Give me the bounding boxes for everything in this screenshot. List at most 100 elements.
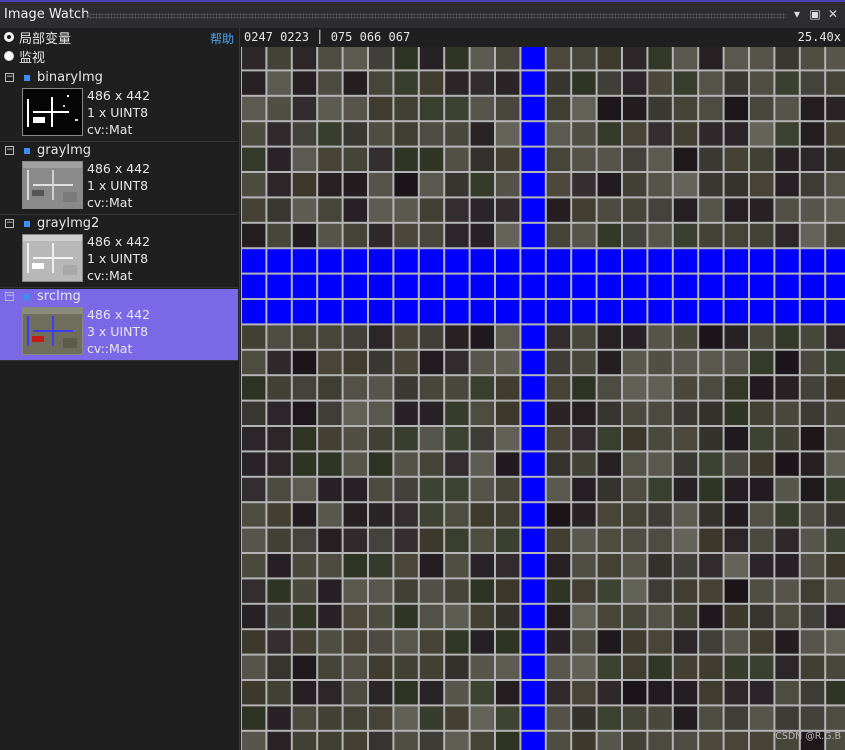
pixel-cell bbox=[773, 47, 802, 72]
image-viewer[interactable]: 0247 0223 │ 075 066 067 25.40x CSDN @R.G… bbox=[241, 28, 845, 750]
pixel-cell bbox=[671, 653, 700, 682]
pixel-cell bbox=[341, 602, 370, 631]
pixel-cell bbox=[316, 628, 345, 657]
pixel-cell bbox=[798, 475, 827, 504]
maximize-icon[interactable]: ▣ bbox=[809, 7, 821, 21]
pixel-cell bbox=[494, 552, 522, 580]
pixel-cell bbox=[570, 298, 599, 326]
pixel-cell bbox=[773, 196, 802, 225]
pixel-cell bbox=[494, 602, 522, 631]
matrix-type-icon bbox=[24, 75, 30, 81]
pixel-cell bbox=[241, 69, 268, 98]
pixel-cell bbox=[290, 323, 319, 352]
close-icon[interactable]: ✕ bbox=[827, 7, 839, 21]
pixel-cell bbox=[722, 47, 751, 72]
pixel-cell bbox=[468, 425, 497, 453]
pixel-cell bbox=[748, 577, 776, 606]
pixel-cell bbox=[697, 552, 726, 580]
collapse-box-icon[interactable]: − bbox=[5, 73, 14, 82]
pixel-cell bbox=[595, 69, 624, 98]
pixel-cell bbox=[392, 704, 421, 733]
pixel-cell bbox=[646, 221, 675, 250]
dropdown-menu-icon[interactable]: ▾ bbox=[791, 7, 803, 21]
pixel-cell bbox=[290, 47, 319, 72]
pixel-cell bbox=[519, 247, 548, 276]
pixel-cell bbox=[824, 577, 845, 606]
channel-type: 1 x UINT8 bbox=[87, 178, 149, 193]
pixel-cell bbox=[595, 94, 624, 123]
pixel-cell bbox=[595, 196, 624, 225]
pixel-cell bbox=[595, 47, 624, 72]
pixel-cell bbox=[621, 120, 649, 149]
pixel-cell bbox=[824, 247, 845, 276]
pixel-cell bbox=[544, 171, 573, 199]
watermark: CSDN @R.G.B bbox=[775, 731, 841, 742]
pixel-cell bbox=[341, 475, 370, 504]
pixel-cell bbox=[519, 196, 548, 225]
pixel-cell bbox=[392, 221, 421, 250]
pixel-cell bbox=[417, 653, 446, 682]
pixel-cell bbox=[671, 298, 700, 326]
pixel-cell bbox=[392, 247, 421, 276]
pixel-cell bbox=[341, 704, 370, 733]
pixel-cell bbox=[621, 552, 649, 580]
pixel-cell bbox=[595, 323, 624, 352]
pixel-cell bbox=[824, 323, 845, 352]
pixel-cell bbox=[544, 247, 573, 276]
pixel-cell bbox=[494, 221, 522, 250]
pixel-cell bbox=[671, 704, 700, 733]
pixel-cell bbox=[595, 577, 624, 606]
variable-item-binaryimg[interactable]: − binaryImg 486 x 442 1 x UINT8 cv::Mat bbox=[0, 70, 238, 142]
help-link[interactable]: 帮助 bbox=[210, 30, 234, 47]
pixel-cell bbox=[544, 475, 573, 504]
locals-radio[interactable] bbox=[4, 32, 14, 42]
pixel-cell bbox=[290, 221, 319, 250]
pixel-cell bbox=[367, 602, 395, 631]
pixel-cell bbox=[722, 475, 751, 504]
pixel-cell bbox=[443, 475, 472, 504]
pixel-grid-canvas[interactable] bbox=[241, 47, 845, 750]
pixel-cell bbox=[595, 602, 624, 631]
pixel-cell bbox=[417, 526, 446, 555]
locals-option[interactable]: 局部变量 bbox=[4, 28, 71, 47]
pixel-cell bbox=[265, 501, 294, 530]
pixel-cell bbox=[722, 704, 751, 733]
pixel-coordinates-value: 0247 0223 │ 075 066 067 bbox=[244, 30, 411, 44]
pixel-cell bbox=[671, 145, 700, 174]
collapse-box-icon[interactable]: − bbox=[5, 292, 14, 301]
pixel-cell bbox=[316, 272, 345, 301]
pixel-cell bbox=[544, 399, 573, 428]
pixel-cell bbox=[443, 348, 472, 377]
pixel-cell bbox=[671, 247, 700, 276]
pixel-cell bbox=[748, 679, 776, 707]
collapse-box-icon[interactable]: − bbox=[5, 219, 14, 228]
watch-option[interactable]: 监视 bbox=[4, 47, 45, 66]
pixel-cell bbox=[241, 501, 268, 530]
pixel-cell bbox=[773, 145, 802, 174]
pixel-cell bbox=[748, 475, 776, 504]
pixel-cell bbox=[265, 577, 294, 606]
watch-radio[interactable] bbox=[4, 51, 14, 61]
collapse-box-icon[interactable]: − bbox=[5, 146, 14, 155]
pixel-cell bbox=[748, 47, 776, 72]
pixel-cell bbox=[697, 323, 726, 352]
pixel-cell bbox=[443, 171, 472, 199]
variable-item-srcimg[interactable]: − srcImg 486 x 442 3 x UINT8 cv::Mat bbox=[0, 289, 238, 361]
pixel-cell bbox=[443, 450, 472, 479]
pixel-cell bbox=[621, 348, 649, 377]
pixel-cell bbox=[392, 272, 421, 301]
pixel-cell bbox=[392, 145, 421, 174]
pixel-cell bbox=[773, 374, 802, 403]
pixel-cell bbox=[544, 323, 573, 352]
pixel-cell bbox=[392, 679, 421, 707]
pixel-cell bbox=[367, 501, 395, 530]
pixel-cell bbox=[316, 399, 345, 428]
pixel-cell bbox=[316, 221, 345, 250]
pixel-cell bbox=[697, 501, 726, 530]
variable-item-grayimg2[interactable]: − grayImg2 486 x 442 1 x UINT8 cv::Mat bbox=[0, 216, 238, 288]
pixel-cell bbox=[595, 399, 624, 428]
title-drag-grip[interactable] bbox=[86, 13, 786, 19]
pixel-cell bbox=[316, 69, 345, 98]
pixel-cell bbox=[570, 602, 599, 631]
variable-item-grayimg[interactable]: − grayImg 486 x 442 1 x UINT8 cv::Mat bbox=[0, 143, 238, 215]
